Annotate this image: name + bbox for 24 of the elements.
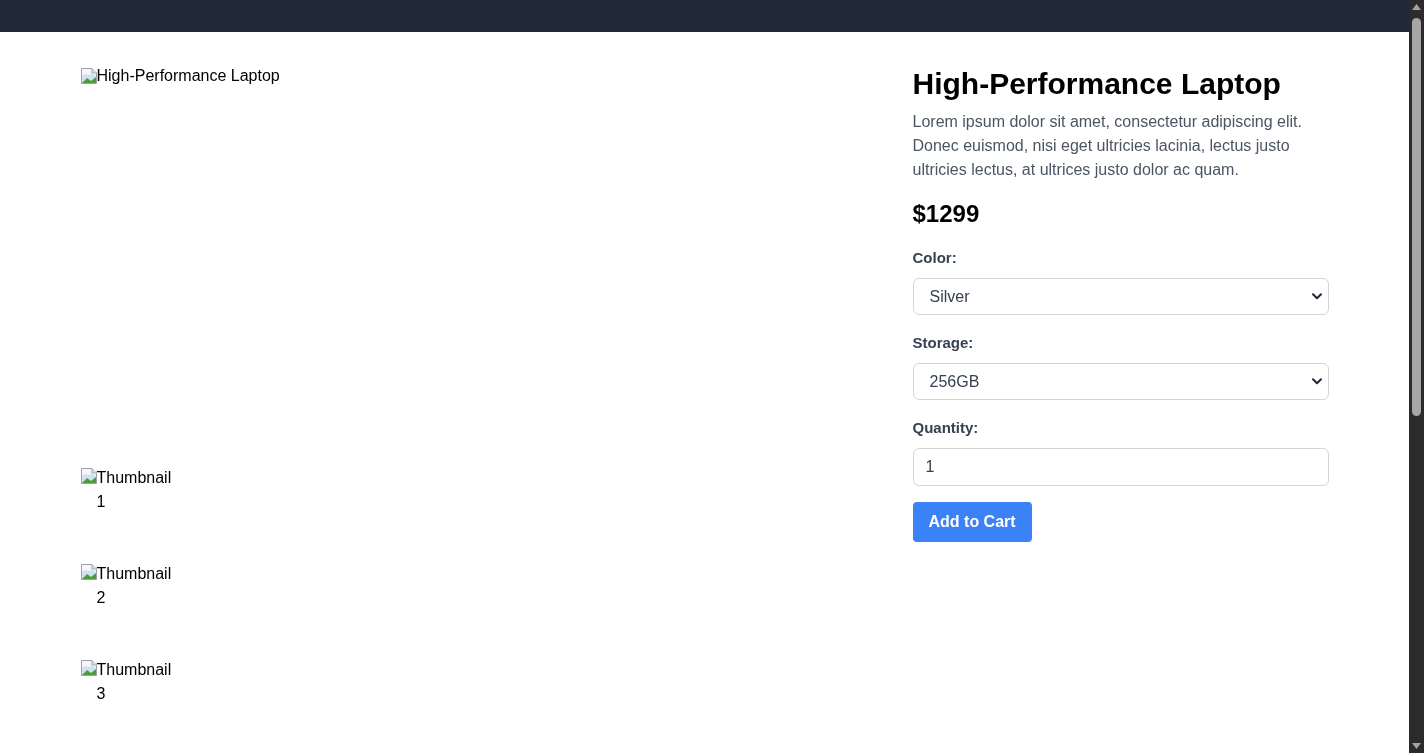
product-description: Lorem ipsum dolor sit amet, consectetur adipiscing elit. Donec euismod, nisi eget ultricies lacinia, lectus justo ultricies lectus, at ultrices justo dolor ac quam. bbox=[912, 112, 1303, 180]
scroll-up-icon[interactable] bbox=[1412, 4, 1421, 10]
field-label: Storage: bbox=[912, 333, 974, 353]
dropdown-select[interactable]: 256GB bbox=[912, 363, 1329, 400]
thumbnail-alt-text: Thumbnail 2 bbox=[96, 564, 173, 608]
broken-image-icon bbox=[80, 468, 97, 484]
scrollbar-thumb[interactable] bbox=[1412, 18, 1421, 416]
add-to-cart-button[interactable]: Add to Cart bbox=[912, 502, 1032, 542]
field-label: Quantity: bbox=[912, 418, 979, 438]
product-price: $1299 bbox=[912, 199, 980, 229]
chevron-down-icon bbox=[1311, 378, 1322, 385]
thumbnail-alt-text: Thumbnail 3 bbox=[96, 660, 173, 704]
quantity-input[interactable]: 1 bbox=[912, 448, 1329, 486]
scrollbar[interactable] bbox=[1409, 0, 1424, 753]
scroll-down-icon[interactable] bbox=[1412, 743, 1421, 749]
chevron-down-icon bbox=[1311, 293, 1322, 300]
thumbnail-alt-text: Thumbnail 1 bbox=[96, 468, 173, 512]
image-alt-text: High-Performance Laptop bbox=[96, 66, 280, 86]
broken-image-icon bbox=[80, 68, 97, 84]
product-title: High-Performance Laptop bbox=[912, 66, 1281, 102]
dropdown-select[interactable]: Silver bbox=[912, 278, 1329, 315]
broken-image-icon bbox=[80, 660, 97, 676]
field-label: Color: bbox=[912, 248, 957, 268]
broken-image-icon bbox=[80, 564, 97, 580]
